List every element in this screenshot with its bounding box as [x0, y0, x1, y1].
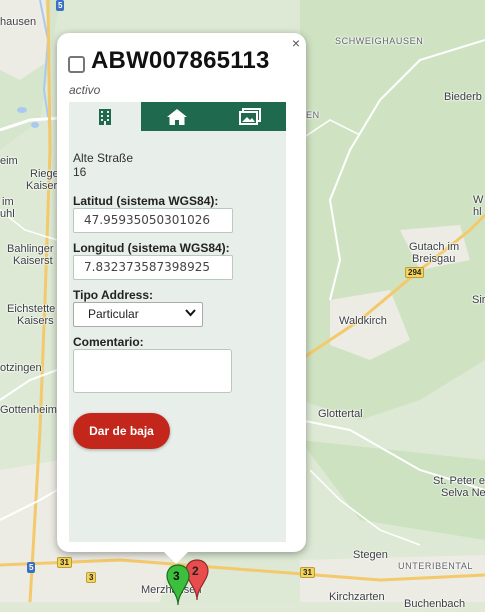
close-icon[interactable]: ×	[292, 35, 300, 51]
map-label-stpeter-1: St. Peter e	[433, 475, 485, 487]
tipo-address-value: Particular	[88, 307, 139, 321]
map-label-hl: hl	[473, 206, 482, 218]
road-shield-5-top: 5	[56, 0, 65, 11]
map-label-en: EN	[306, 110, 320, 120]
road-shield-31-b: 31	[300, 567, 315, 578]
map-label-sir: Sir	[472, 294, 485, 306]
map-label-kaisers: Kaisers	[17, 315, 54, 327]
popup-title-row: ABW007865113	[68, 47, 270, 75]
map-label-hausen: hausen	[0, 16, 37, 28]
map-marker-3[interactable]: 3	[165, 563, 191, 612]
latitude-label: Latitud (sistema WGS84):	[73, 194, 219, 208]
address-number: 16	[73, 165, 87, 179]
chevron-down-icon	[185, 309, 196, 317]
comentario-label: Comentario:	[73, 335, 144, 349]
road-shield-294: 294	[405, 267, 425, 278]
road-shield-5-bottom: 5	[27, 562, 36, 573]
map-label-stegen: Stegen	[353, 549, 388, 561]
longitude-label: Longitud (sistema WGS84):	[73, 241, 230, 255]
map-label-buchenbach: Buchenbach	[404, 598, 466, 610]
map-label-otzingen: otzingen	[0, 362, 42, 374]
home-icon	[167, 108, 187, 125]
latitude-field[interactable]: 47.95935050301026	[73, 208, 233, 233]
tab-images[interactable]	[214, 102, 286, 131]
map-marker-2-label: 2	[192, 564, 199, 578]
map-label-waldkirch: Waldkirch	[339, 315, 387, 327]
map-label-kaiser: Kaiser	[26, 180, 58, 192]
popup-tabs	[69, 102, 286, 131]
tipo-address-label: Tipo Address:	[73, 288, 154, 302]
map-label-unteribental: UNTERIBENTAL	[398, 561, 474, 571]
map-label-eim: eim	[0, 155, 18, 167]
map-label-riege: Riege	[30, 168, 59, 180]
map-label-bahlinger: Bahlinger	[7, 243, 54, 255]
tipo-address-select[interactable]: Particular	[73, 302, 203, 327]
map-label-gutach-1: Gutach im	[409, 241, 460, 253]
image-icon	[239, 107, 261, 125]
longitude-field[interactable]: 7.832373587398925	[73, 255, 233, 280]
map-label-kaiserst: Kaiserst	[13, 255, 53, 267]
map-label-schweighausen: SCHWEIGHAUSEN	[335, 36, 424, 46]
tab-building[interactable]	[69, 102, 141, 131]
popup-title: ABW007865113	[91, 47, 270, 74]
select-checkbox[interactable]	[68, 55, 85, 73]
address-street: Alte Straße	[73, 151, 134, 165]
map-marker-3-label: 3	[173, 569, 180, 583]
road-shield-31-a: 31	[57, 557, 72, 568]
dar-de-baja-button[interactable]: Dar de baja	[73, 413, 170, 449]
building-icon	[99, 108, 111, 125]
road-shield-3: 3	[86, 572, 97, 583]
map-label-stpeter-2: Selva Ne	[441, 487, 485, 499]
map-label-uhl: uhl	[0, 208, 15, 220]
map-label-gutach-2: Breisgau	[412, 253, 456, 265]
map-label-biederb: Biederb	[444, 91, 482, 103]
map-label-kirchzarten: Kirchzarten	[329, 591, 385, 603]
map-label-gottenheim: Gottenheim	[0, 404, 57, 416]
info-popup: × ABW007865113 activo Alte Straße 16 Lat…	[57, 33, 306, 552]
map-label-glottertal: Glottertal	[318, 408, 363, 420]
comentario-textarea[interactable]	[73, 349, 232, 393]
popup-pointer	[163, 551, 189, 564]
info-panel: Alte Straße 16 Latitud (sistema WGS84): …	[69, 131, 286, 542]
tab-home[interactable]	[141, 102, 213, 131]
map-label-eichstetten: Eichstette	[7, 303, 56, 315]
map-label-im: im	[2, 196, 14, 208]
status-text: activo	[69, 83, 101, 97]
address: Alte Straße 16	[73, 151, 133, 179]
map-label-w: W	[473, 194, 484, 206]
